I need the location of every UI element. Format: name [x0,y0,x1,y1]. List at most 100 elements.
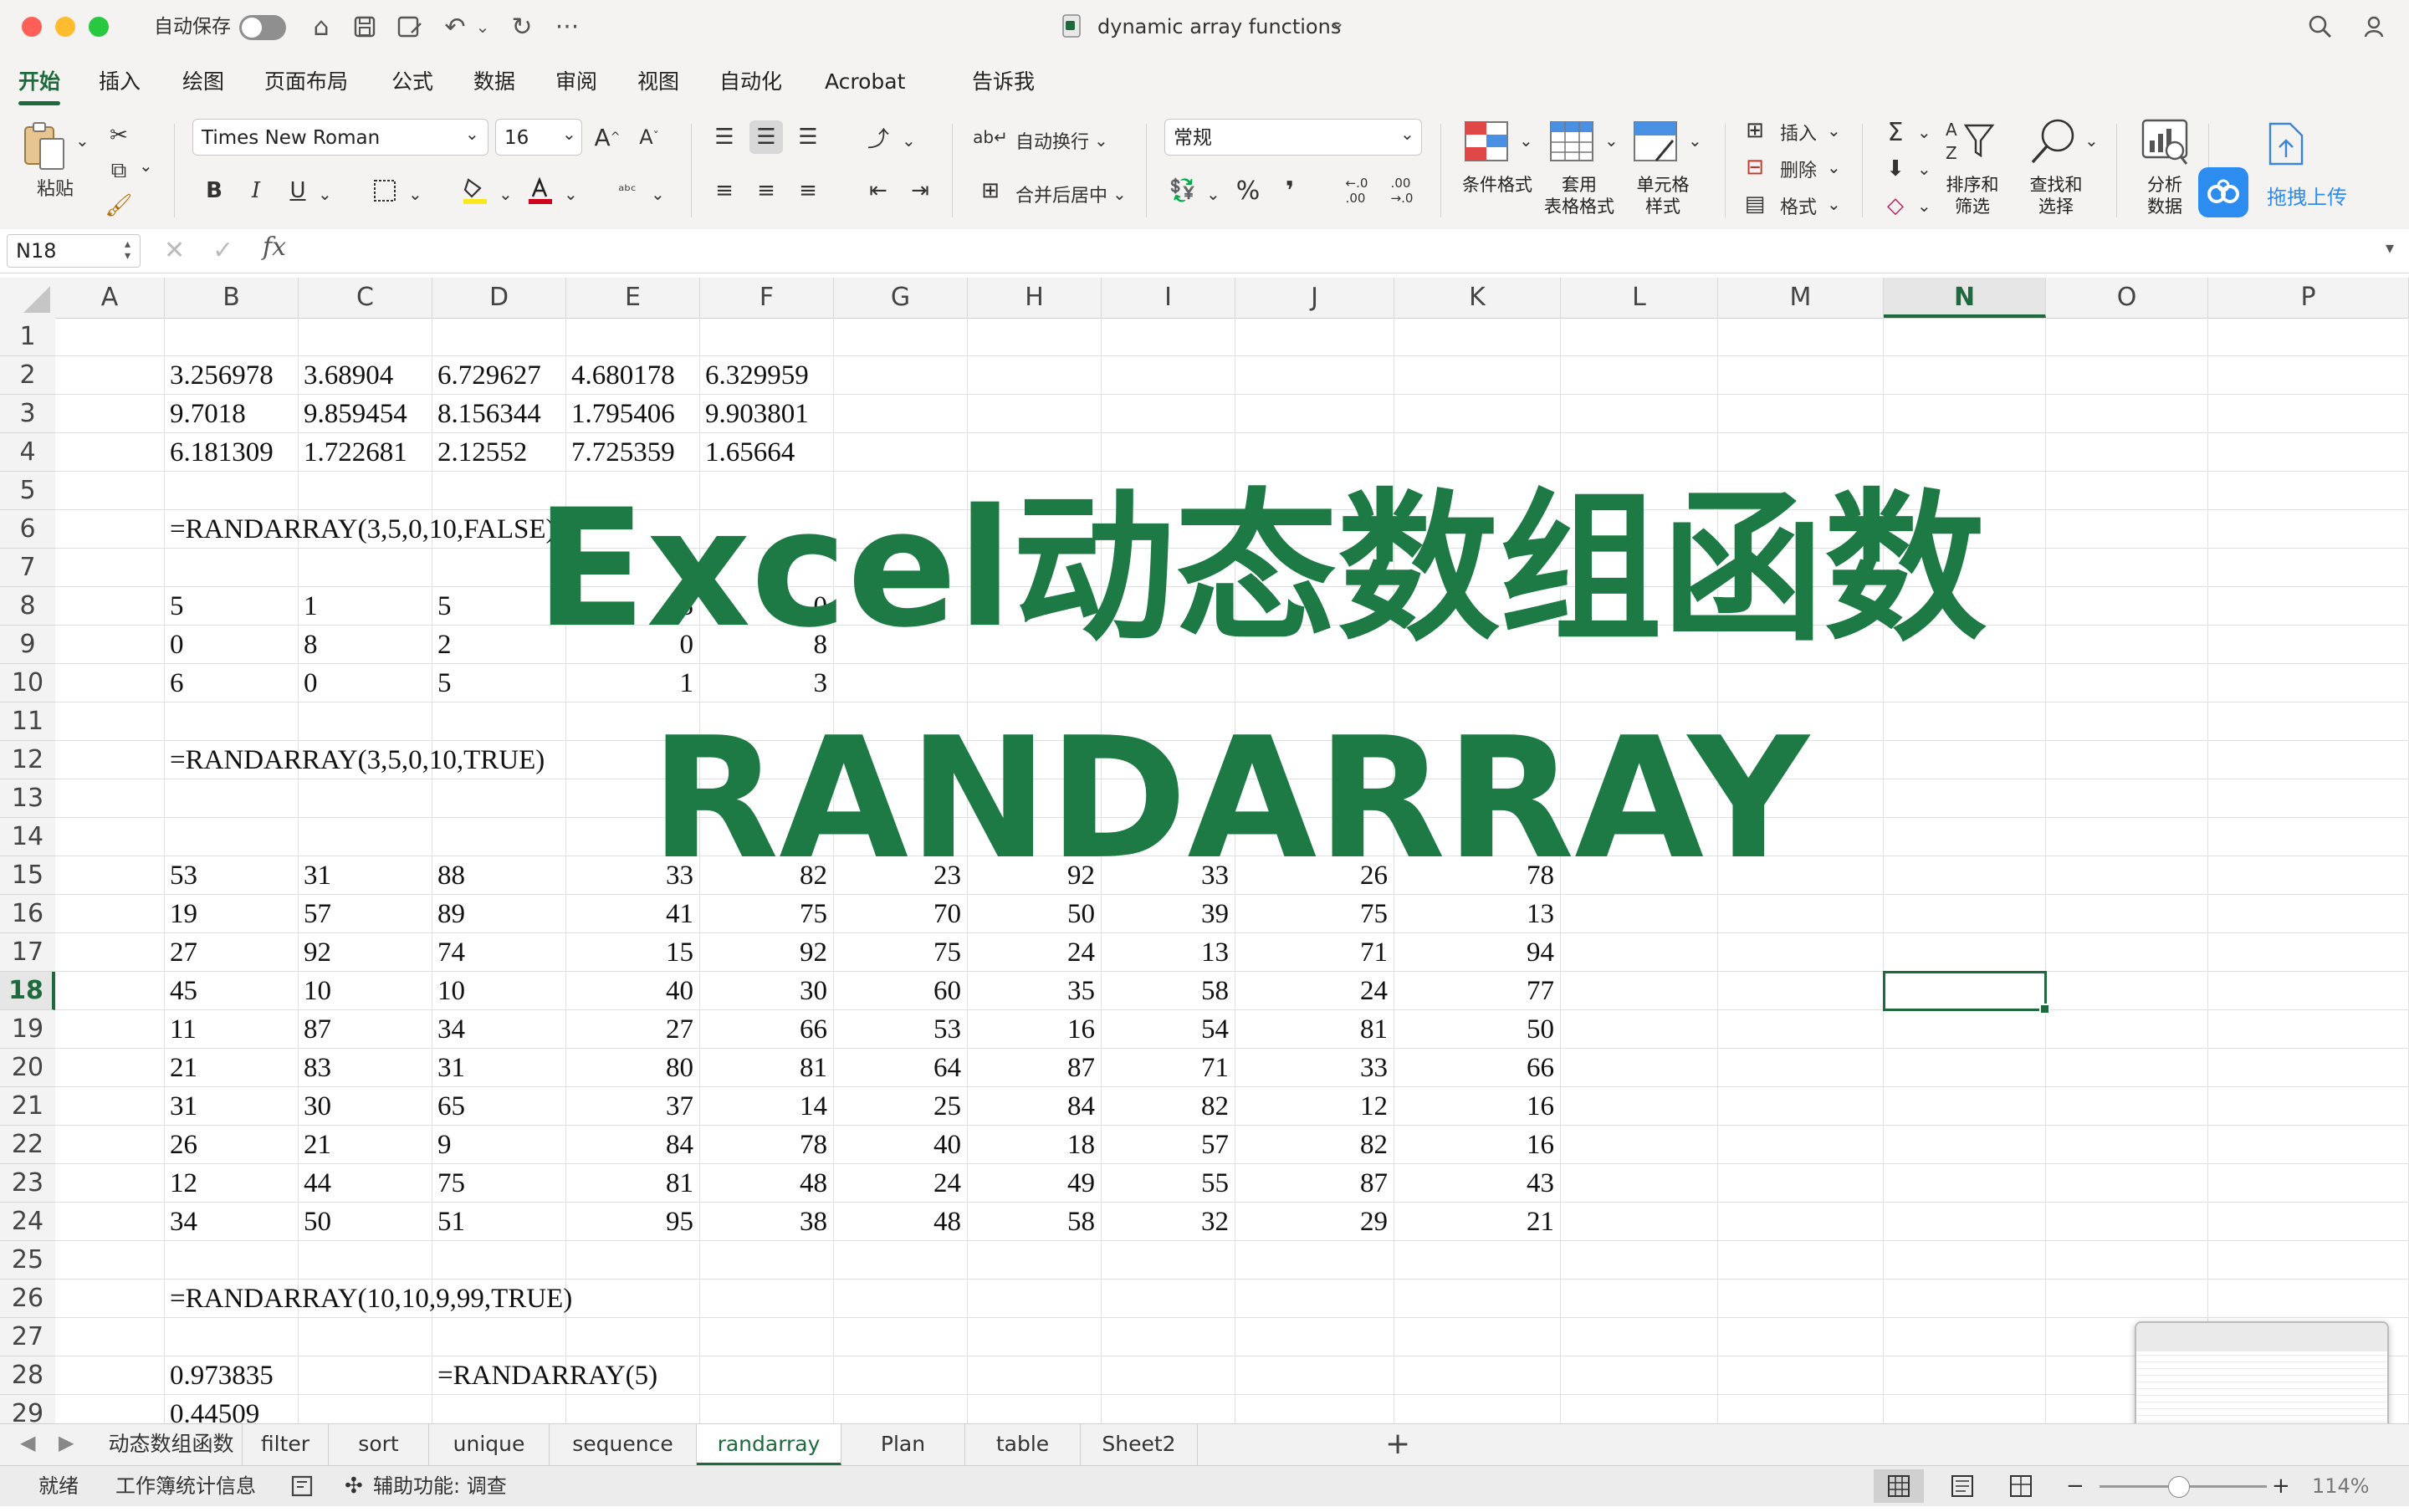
cell-g19[interactable]: 53 [834,1010,961,1049]
underline-button[interactable]: U [281,174,315,207]
cell-e23[interactable]: 81 [566,1164,693,1203]
cell-j21[interactable]: 12 [1235,1087,1388,1126]
cell-k21[interactable]: 16 [1394,1087,1554,1126]
cell-f21[interactable]: 14 [700,1087,827,1126]
cell-d10[interactable]: 5 [437,664,452,702]
fill-color-icon[interactable] [458,174,492,207]
column-header-e[interactable]: E [566,278,700,318]
cell-k23[interactable]: 43 [1394,1164,1554,1203]
macro-record-icon[interactable] [289,1466,315,1506]
cell-f23[interactable]: 48 [700,1164,827,1203]
cell-e3[interactable]: 1.795406 [571,395,675,433]
column-header-m[interactable]: M [1718,278,1884,318]
tab-acrobat[interactable]: Acrobat [825,62,905,102]
cell-d23[interactable]: 75 [437,1164,465,1203]
column-header-j[interactable]: J [1235,278,1394,318]
percent-button[interactable]: % [1231,174,1265,207]
cell-i22[interactable]: 57 [1102,1126,1229,1164]
autosave-toggle[interactable] [239,15,286,40]
upload-file-icon[interactable] [2265,120,2307,167]
row-header-14[interactable]: 14 [0,818,55,856]
formula-input[interactable] [309,232,2376,268]
cell-c20[interactable]: 83 [304,1049,331,1087]
cell-b28[interactable]: 0.973835 [170,1356,274,1395]
close-window-button[interactable] [22,17,42,37]
insert-cells-label[interactable]: 插入 [1780,119,1817,146]
column-header-f[interactable]: F [700,278,834,318]
search-icon[interactable] [2302,10,2339,43]
delete-cells-label[interactable]: 删除 [1780,156,1817,182]
sheet-tab-8[interactable]: Sheet2 [1081,1424,1198,1466]
home-icon[interactable]: ⌂ [303,10,340,43]
cell-j17[interactable]: 71 [1235,933,1388,972]
decrease-decimal-icon[interactable]: .00 →.0 [1385,174,1419,207]
cancel-entry-icon[interactable]: ✕ [164,236,185,265]
cell-c17[interactable]: 92 [304,933,331,972]
minimize-window-button[interactable] [55,17,75,37]
row-header-10[interactable]: 10 [0,664,55,702]
cell-styles-icon[interactable] [1631,119,1681,166]
cell-c4[interactable]: 1.722681 [304,433,407,472]
increase-decimal-icon[interactable]: ←.0.00 [1340,174,1373,207]
conditional-format-chevron-icon[interactable]: ⌄ [1519,130,1533,151]
cell-g18[interactable]: 60 [834,972,961,1010]
clear-chevron-icon[interactable]: ⌄ [1917,196,1931,216]
delete-cells-chevron-icon[interactable]: ⌄ [1827,157,1841,177]
normal-view-icon[interactable] [1874,1469,1924,1503]
find-select-label[interactable]: 查找和 选择 [2021,174,2091,217]
cell-d4[interactable]: 2.12552 [437,433,527,472]
analyze-data-label[interactable]: 分析 数据 [2130,174,2200,217]
account-icon[interactable] [2357,10,2394,43]
align-middle-icon[interactable]: ☰ [749,120,783,154]
cell-e10[interactable]: 1 [566,664,694,702]
cell-k18[interactable]: 77 [1394,972,1554,1010]
row-header-11[interactable]: 11 [0,702,55,741]
row-header-15[interactable]: 15 [0,856,55,895]
find-select-chevron-icon[interactable]: ⌄ [2084,130,2099,151]
autosum-icon[interactable]: Σ [1879,115,1912,149]
cell-e4[interactable]: 7.725359 [571,433,675,472]
cell-c15[interactable]: 31 [304,856,331,895]
name-box[interactable]: N18 ▴ ▾ [7,234,141,268]
row-header-26[interactable]: 26 [0,1280,55,1318]
sheet-tab-3[interactable]: unique [429,1424,550,1466]
undo-icon[interactable]: ↶ [437,10,473,43]
cell-f22[interactable]: 78 [700,1126,827,1164]
row-header-9[interactable]: 9 [0,626,55,664]
font-name-dropdown[interactable]: Times New Roman [192,119,488,156]
row-header-3[interactable]: 3 [0,395,55,433]
cell-h17[interactable]: 24 [968,933,1095,972]
italic-button[interactable]: I [239,174,273,207]
sheet-tab-1[interactable]: filter [243,1424,329,1466]
decrease-font-size-icon[interactable]: Aˇ [632,120,666,154]
cell-c9[interactable]: 8 [304,626,318,664]
cell-d21[interactable]: 65 [437,1087,465,1126]
cell-b18[interactable]: 45 [170,972,197,1010]
cell-f2[interactable]: 6.329959 [705,356,809,395]
autosum-chevron-icon[interactable]: ⌄ [1917,122,1931,142]
phonetic-icon[interactable]: ᵃᵇᶜ [611,174,644,207]
cell-h18[interactable]: 35 [968,972,1095,1010]
cell-c16[interactable]: 57 [304,895,331,933]
cell-e16[interactable]: 41 [566,895,693,933]
cell-styles-label[interactable]: 单元格 样式 [1621,174,1705,217]
fill-color-chevron-icon[interactable]: ⌄ [499,184,513,204]
cell-e20[interactable]: 80 [566,1049,693,1087]
align-left-icon[interactable]: ≡ [708,174,741,207]
cell-j20[interactable]: 33 [1235,1049,1388,1087]
row-header-19[interactable]: 19 [0,1010,55,1049]
format-painter-icon[interactable]: 🖌 [102,189,136,222]
tab-view[interactable]: 视图 [637,62,679,102]
cell-j19[interactable]: 81 [1235,1010,1388,1049]
format-as-table-chevron-icon[interactable]: ⌄ [1604,130,1619,151]
cell-f18[interactable]: 30 [700,972,827,1010]
row-header-16[interactable]: 16 [0,895,55,933]
cell-k20[interactable]: 66 [1394,1049,1554,1087]
format-as-table-label[interactable]: 套用 表格格式 [1537,174,1621,217]
baidu-netdisk-icon[interactable] [2198,167,2248,217]
cell-f16[interactable]: 75 [700,895,827,933]
row-header-4[interactable]: 4 [0,433,55,472]
next-sheet-icon[interactable]: ▶ [59,1431,74,1454]
row-header-28[interactable]: 28 [0,1356,55,1395]
cell-c18[interactable]: 10 [304,972,331,1010]
